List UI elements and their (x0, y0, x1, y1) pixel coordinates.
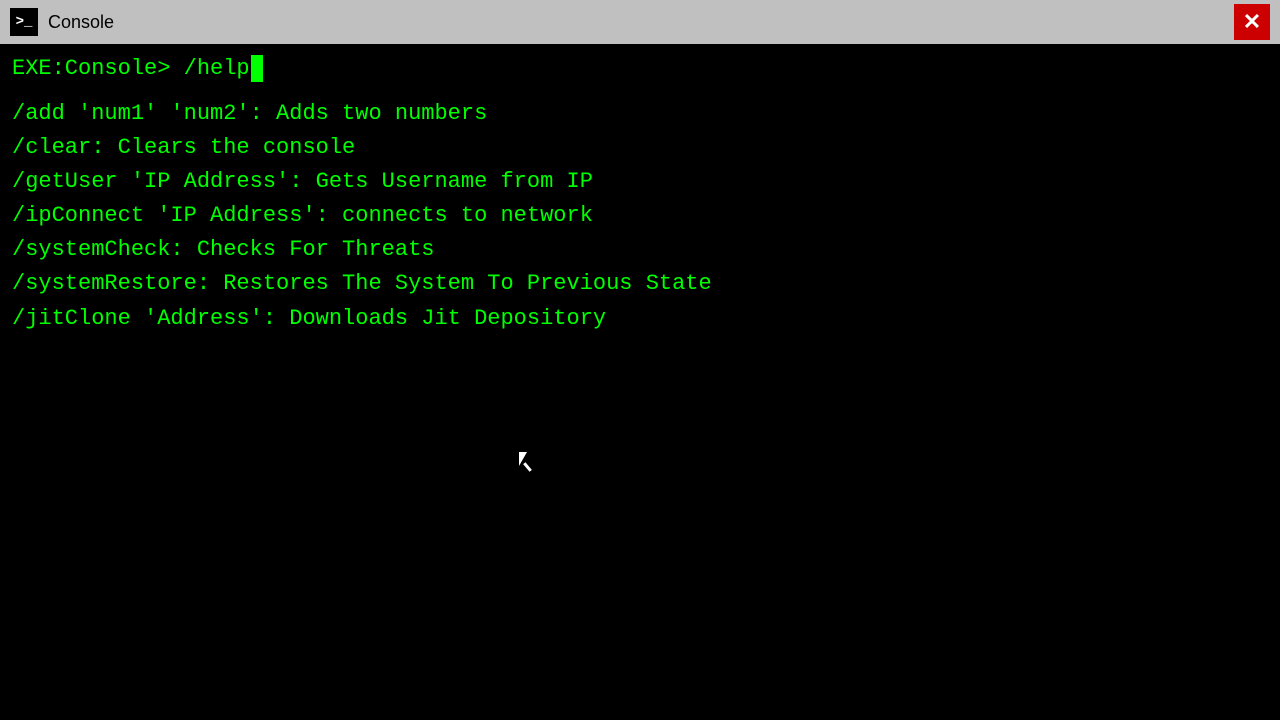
prompt-line: EXE:Console> /help (12, 52, 1268, 85)
console-area[interactable]: EXE:Console> /help /add 'num1' 'num2': A… (0, 44, 1280, 720)
output-line: /ipConnect 'IP Address': connects to net… (12, 199, 1268, 233)
terminal-icon: >_ (10, 8, 38, 36)
cursor (251, 55, 263, 81)
output-line: /clear: Clears the console (12, 131, 1268, 165)
output-line: /systemRestore: Restores The System To P… (12, 267, 1268, 301)
window-title: Console (48, 12, 114, 33)
console-window: >_ Console ✕ EXE:Console> /help /add 'nu… (0, 0, 1280, 720)
output-line: /jitClone 'Address': Downloads Jit Depos… (12, 302, 1268, 336)
prompt-text: EXE:Console> /help (12, 52, 250, 85)
title-bar: >_ Console ✕ (0, 0, 1280, 44)
close-button[interactable]: ✕ (1234, 4, 1270, 40)
title-bar-left: >_ Console (10, 8, 114, 36)
output-line: /systemCheck: Checks For Threats (12, 233, 1268, 267)
output-lines: /add 'num1' 'num2': Adds two numbers/cle… (12, 97, 1268, 336)
output-line: /getUser 'IP Address': Gets Username fro… (12, 165, 1268, 199)
output-line: /add 'num1' 'num2': Adds two numbers (12, 97, 1268, 131)
